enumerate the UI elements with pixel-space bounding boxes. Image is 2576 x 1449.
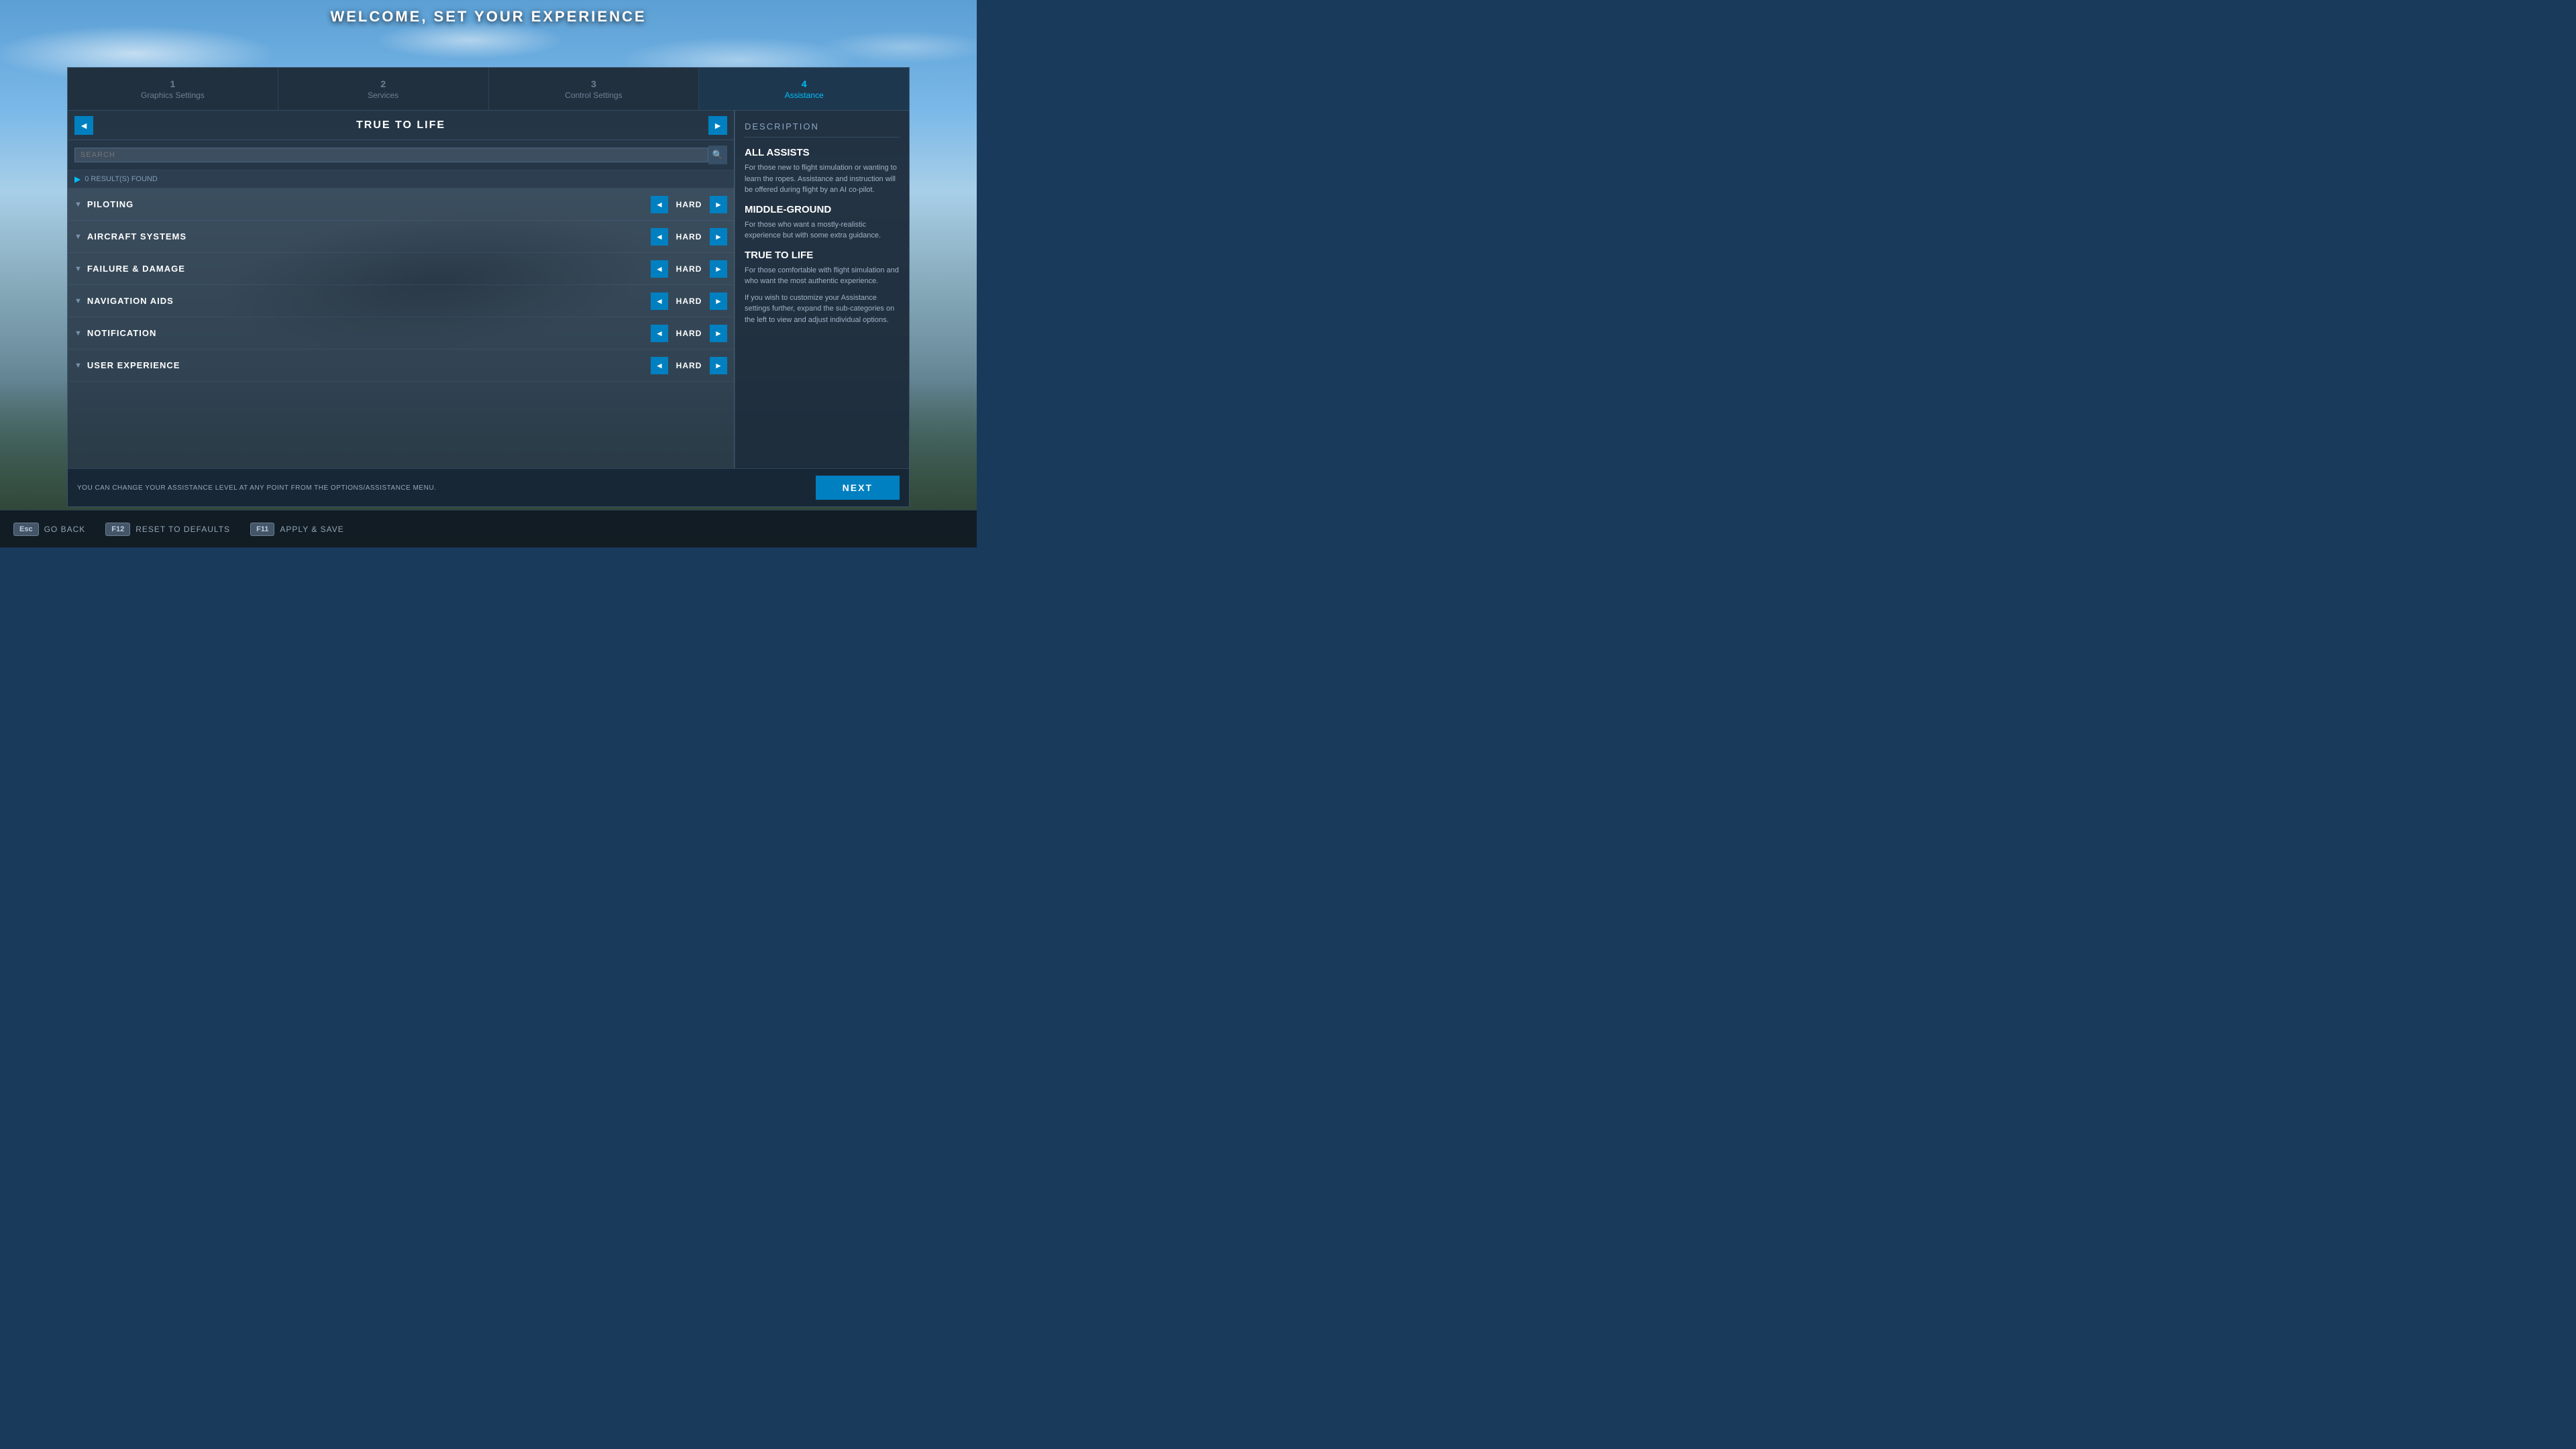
desc-section-text: For those new to flight simulation or wa… [745,162,900,196]
category-prev-button[interactable]: ◄ [651,292,668,310]
dialog-footer: YOU CAN CHANGE YOUR ASSISTANCE LEVEL AT … [68,468,909,506]
main-dialog: 1 Graphics Settings 2 Services 3 Control… [67,67,910,507]
key-label: RESET TO DEFAULTS [136,525,230,534]
footer-note: YOU CAN CHANGE YOUR ASSISTANCE LEVEL AT … [77,484,816,492]
desc-section-text: For those comfortable with flight simula… [745,265,900,287]
category-name: AIRCRAFT SYSTEMS [87,231,651,241]
category-row[interactable]: ▼ USER EXPERIENCE ◄ HARD ► [68,350,734,382]
step-1[interactable]: 1 Graphics Settings [68,68,278,110]
category-name: USER EXPERIENCE [87,360,651,370]
key-badge: Esc [13,523,39,536]
category-next-button[interactable]: ► [710,292,727,310]
category-value: HARD [672,200,706,209]
category-next-button[interactable]: ► [710,260,727,278]
category-row[interactable]: ▼ AIRCRAFT SYSTEMS ◄ HARD ► [68,221,734,253]
category-next-button[interactable]: ► [710,196,727,213]
category-row[interactable]: ▼ NOTIFICATION ◄ HARD ► [68,317,734,350]
category-value: HARD [672,264,706,274]
expand-icon: ▼ [74,201,82,209]
results-arrow-icon: ▶ [74,174,80,184]
results-text: 0 RESULT(S) FOUND [85,175,158,183]
content-area: ◄ TRUE TO LIFE ► 🔍 ▶ 0 RESULT(S) FOUND ▼… [68,111,909,468]
category-next-button[interactable]: ► [710,228,727,246]
category-controls: ◄ HARD ► [651,325,727,342]
search-button[interactable]: 🔍 [708,146,727,164]
category-prev-button[interactable]: ◄ [651,228,668,246]
keyboard-bar: Esc GO BACK F12 RESET TO DEFAULTS F11 AP… [0,510,977,547]
expand-icon: ▼ [74,265,82,273]
keyboard-shortcut: F12 RESET TO DEFAULTS [105,523,230,536]
category-name: PILOTING [87,199,651,209]
category-value: HARD [672,232,706,241]
step-1-label: Graphics Settings [141,91,205,100]
category-value: HARD [672,329,706,338]
category-row[interactable]: ▼ PILOTING ◄ HARD ► [68,189,734,221]
category-list: ▼ PILOTING ◄ HARD ► ▼ AIRCRAFT SYSTEMS ◄… [68,189,734,468]
results-found: ▶ 0 RESULT(S) FOUND [68,170,734,189]
category-controls: ◄ HARD ► [651,228,727,246]
right-panel: DESCRIPTION ALL ASSISTS For those new to … [735,111,909,468]
category-name: FAILURE & DAMAGE [87,264,651,274]
next-button[interactable]: NEXT [816,476,900,500]
step-4-label: Assistance [785,91,824,100]
desc-section-text: If you wish to customize your Assistance… [745,292,900,326]
step-1-number: 1 [170,78,175,89]
step-2[interactable]: 2 Services [278,68,489,110]
keyboard-shortcut: F11 APPLY & SAVE [250,523,344,536]
desc-section-title: MIDDLE-GROUND [745,204,900,215]
key-badge: F11 [250,523,274,536]
category-prev-button[interactable]: ◄ [651,196,668,213]
mode-title: TRUE TO LIFE [93,119,708,131]
desc-section-text: For those who want a mostly-realistic ex… [745,219,900,241]
category-row[interactable]: ▼ FAILURE & DAMAGE ◄ HARD ► [68,253,734,285]
step-4[interactable]: 4 Assistance [699,68,909,110]
category-controls: ◄ HARD ► [651,292,727,310]
step-4-number: 4 [802,78,807,89]
category-controls: ◄ HARD ► [651,260,727,278]
prev-mode-button[interactable]: ◄ [74,116,93,135]
expand-icon: ▼ [74,329,82,337]
category-value: HARD [672,361,706,370]
description-header: DESCRIPTION [745,121,900,138]
key-badge: F12 [105,523,130,536]
step-3-label: Control Settings [565,91,622,100]
category-value: HARD [672,297,706,306]
category-controls: ◄ HARD ► [651,196,727,213]
next-mode-button[interactable]: ► [708,116,727,135]
left-panel: ◄ TRUE TO LIFE ► 🔍 ▶ 0 RESULT(S) FOUND ▼… [68,111,735,468]
category-prev-button[interactable]: ◄ [651,260,668,278]
panel-header: ◄ TRUE TO LIFE ► [68,111,734,140]
step-3[interactable]: 3 Control Settings [489,68,700,110]
category-prev-button[interactable]: ◄ [651,325,668,342]
category-next-button[interactable]: ► [710,325,727,342]
step-2-number: 2 [380,78,386,89]
search-bar: 🔍 [68,140,734,170]
desc-section-title: TRUE TO LIFE [745,250,900,261]
step-3-number: 3 [591,78,596,89]
steps-bar: 1 Graphics Settings 2 Services 3 Control… [68,68,909,111]
keyboard-shortcut: Esc GO BACK [13,523,85,536]
category-name: NOTIFICATION [87,328,651,338]
category-prev-button[interactable]: ◄ [651,357,668,374]
expand-icon: ▼ [74,233,82,241]
expand-icon: ▼ [74,362,82,370]
desc-section-title: ALL ASSISTS [745,147,900,158]
search-input[interactable] [74,148,708,162]
category-row[interactable]: ▼ NAVIGATION AIDS ◄ HARD ► [68,285,734,317]
category-controls: ◄ HARD ► [651,357,727,374]
page-title: WELCOME, SET YOUR EXPERIENCE [0,8,977,25]
key-label: APPLY & SAVE [280,525,343,534]
expand-icon: ▼ [74,297,82,305]
category-next-button[interactable]: ► [710,357,727,374]
step-2-label: Services [368,91,398,100]
key-label: GO BACK [44,525,86,534]
category-name: NAVIGATION AIDS [87,296,651,306]
